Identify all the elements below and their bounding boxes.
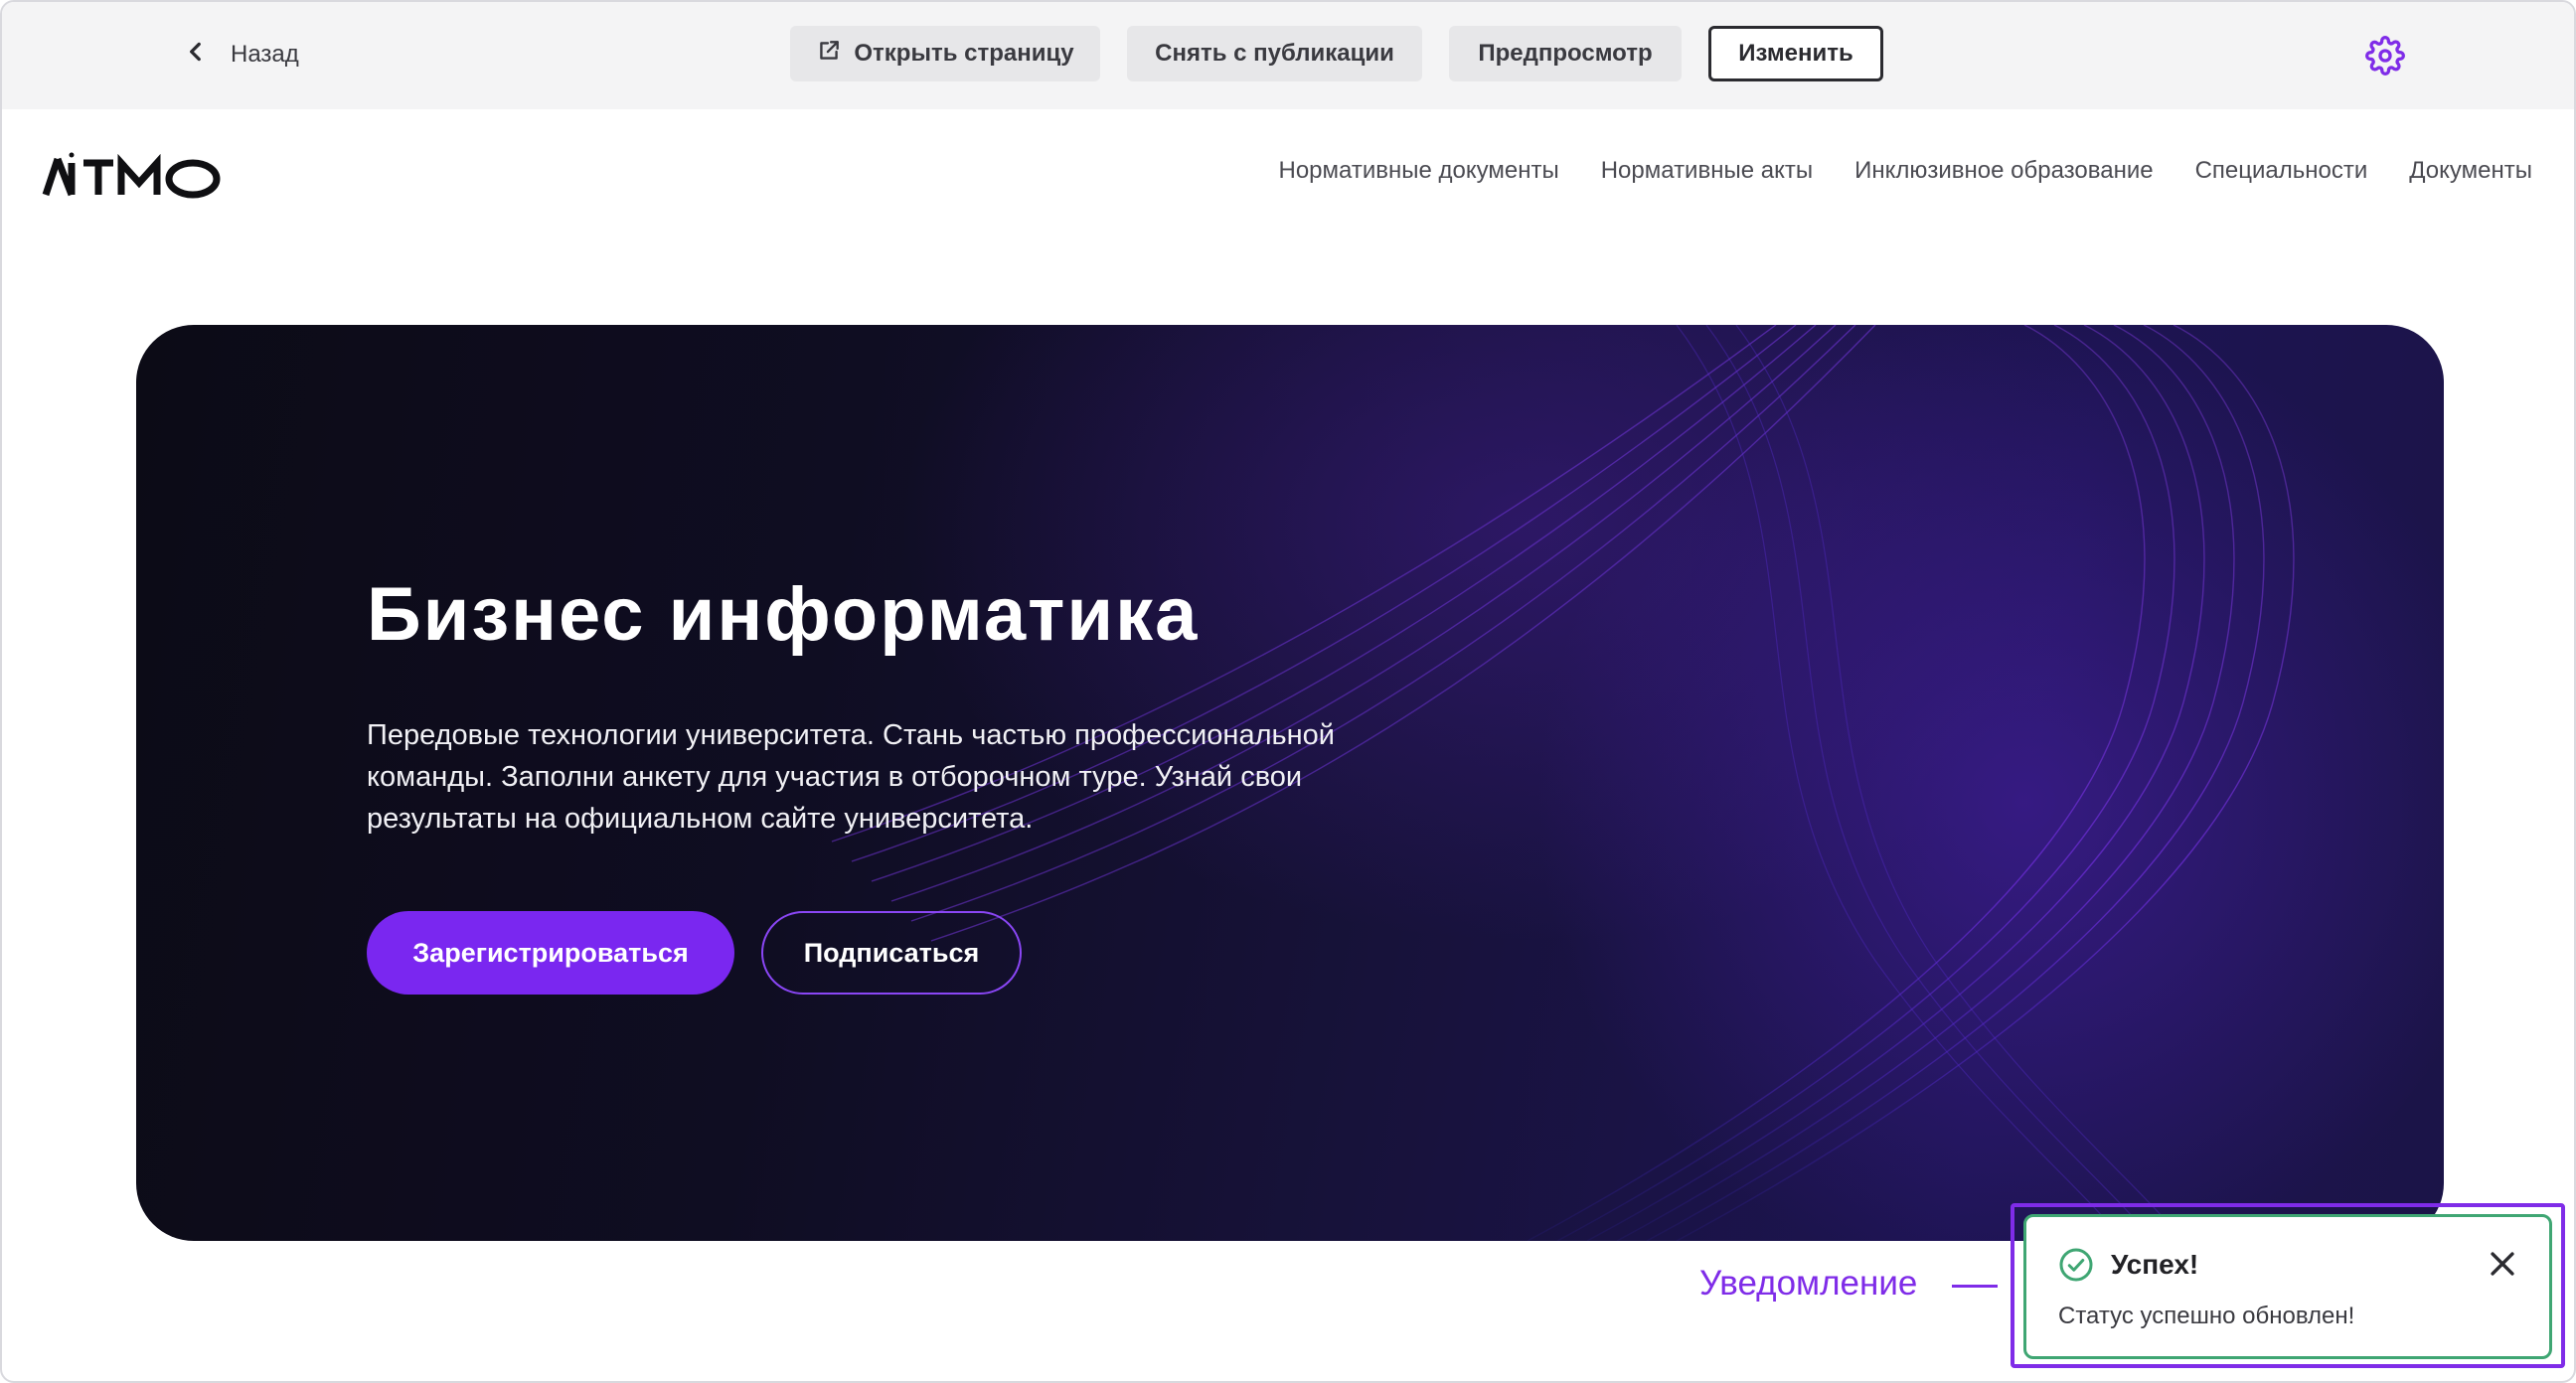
nav-item-specialties[interactable]: Специальности: [2195, 157, 2368, 185]
hero-description: Передовые технологии университета. Стань…: [367, 719, 1335, 835]
check-circle-icon: [2058, 1247, 2094, 1283]
open-page-label: Открыть страницу: [854, 40, 1074, 67]
main-nav: Нормативные документы Нормативные акты И…: [1279, 157, 2533, 185]
preview-button[interactable]: Предпросмотр: [1449, 26, 1682, 81]
unpublish-label: Снять с публикации: [1155, 40, 1394, 67]
hero-banner: Бизнес информатика Передовые технологии …: [136, 325, 2444, 1241]
nav-item-normative-acts[interactable]: Нормативные акты: [1601, 157, 1813, 185]
chevron-left-icon: [183, 39, 209, 72]
hero-title: Бизнес информатика: [367, 572, 1200, 657]
admin-toolbar: Назад Открыть страницу Снять с публикаци…: [2, 2, 2574, 109]
nav-item-normative-documents[interactable]: Нормативные документы: [1279, 157, 1559, 185]
edit-label: Изменить: [1738, 40, 1853, 67]
close-icon[interactable]: [2486, 1247, 2519, 1281]
back-button[interactable]: Назад: [183, 32, 299, 77]
external-link-icon: [816, 38, 842, 71]
toast-title: Успех!: [2111, 1249, 2199, 1280]
app-frame: Назад Открыть страницу Снять с публикаци…: [0, 0, 2576, 1383]
register-button[interactable]: Зарегистрироваться: [367, 911, 734, 995]
notification-callout-label: Уведомление: [1699, 1264, 1918, 1303]
nav-item-inclusive-education[interactable]: Инклюзивное образование: [1854, 157, 2154, 185]
subscribe-button[interactable]: Подписаться: [761, 911, 1022, 995]
gear-icon[interactable]: [2365, 36, 2405, 76]
preview-label: Предпросмотр: [1478, 40, 1653, 67]
open-page-button[interactable]: Открыть страницу: [790, 26, 1100, 81]
back-label: Назад: [231, 41, 299, 68]
toast-message: Статус успешно обновлен!: [2058, 1303, 2355, 1329]
edit-button[interactable]: Изменить: [1708, 26, 1883, 81]
unpublish-button[interactable]: Снять с публикации: [1127, 26, 1422, 81]
nav-item-documents[interactable]: Документы: [2409, 157, 2532, 185]
success-toast: Успех! Статус успешно обновлен!: [2023, 1214, 2552, 1359]
callout-line: [1952, 1285, 1998, 1288]
itmo-logo[interactable]: [42, 151, 231, 203]
logo-mark: [42, 152, 221, 199]
